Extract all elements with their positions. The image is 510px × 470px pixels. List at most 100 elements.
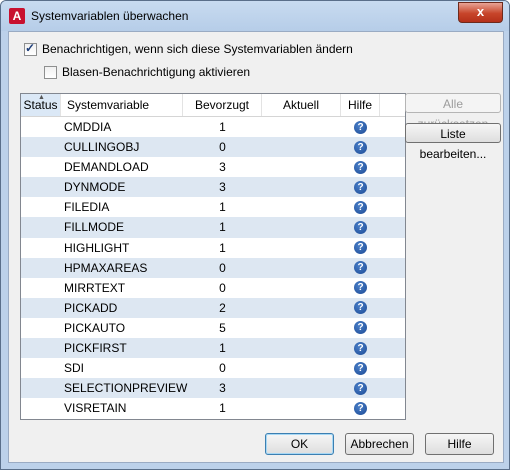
column-header-help[interactable]: Hilfe	[341, 94, 380, 116]
preferred-value[interactable]: 2	[183, 298, 262, 318]
question-circle-icon[interactable]: ?	[354, 140, 367, 154]
reset-all-button[interactable]: Alle zurücksetzen	[405, 93, 501, 131]
help-cell: ?	[341, 278, 380, 298]
variable-name: HIGHLIGHT	[64, 240, 130, 255]
help-button[interactable]: Hilfe	[425, 433, 494, 455]
table-row[interactable]: FILEDIA 1?	[21, 197, 405, 218]
status-cell	[21, 258, 61, 278]
table-row[interactable]: DYNMODE 3?	[21, 177, 405, 198]
question-circle-icon[interactable]: ?	[354, 381, 367, 395]
variable-name: PICKAUTO	[64, 320, 126, 335]
question-circle-icon[interactable]: ?	[354, 221, 367, 235]
question-circle-icon[interactable]: ?	[354, 361, 367, 375]
variable-name: SELECTIONPREVIEW	[64, 381, 188, 396]
variable-name: PICKFIRST	[64, 341, 127, 356]
sysvar-table: ▲ Status Systemvariable Bevorzugt Aktuel…	[20, 93, 406, 420]
balloon-option[interactable]: Blasen-Benachrichtigung aktivieren	[44, 65, 250, 79]
current-value	[262, 117, 341, 137]
current-value	[262, 177, 341, 197]
status-cell	[21, 278, 61, 298]
current-value	[262, 217, 341, 237]
current-value	[262, 137, 341, 157]
question-circle-icon[interactable]: ?	[354, 401, 367, 415]
preferred-value[interactable]: 1	[183, 117, 262, 138]
question-circle-icon[interactable]: ?	[354, 281, 367, 295]
current-value	[262, 358, 341, 378]
help-cell: ?	[341, 378, 380, 398]
variable-name: CMDDIA	[64, 120, 112, 134]
help-cell: ?	[341, 298, 380, 318]
dialog-body: Benachrichtigen, wenn sich diese Systemv…	[8, 31, 504, 463]
variable-name: MIRRTEXT	[64, 280, 126, 295]
current-value	[262, 258, 341, 278]
question-circle-icon[interactable]: ?	[354, 120, 367, 134]
table-row[interactable]: CULLINGOBJ 0?	[21, 137, 405, 158]
table-row[interactable]: VISRETAIN 1?	[21, 398, 405, 419]
question-circle-icon[interactable]: ?	[354, 180, 367, 194]
variable-name: FILEDIA	[64, 200, 110, 215]
help-cell: ?	[341, 137, 380, 157]
help-cell: ?	[341, 398, 380, 418]
table-row[interactable]: DEMANDLOAD 3?	[21, 157, 405, 178]
notify-option[interactable]: Benachrichtigen, wenn sich diese Systemv…	[24, 41, 353, 56]
title-bar: A Systemvariablen überwachen x	[1, 1, 509, 31]
table-row[interactable]: PICKAUTO 5?	[21, 317, 405, 339]
variable-name: CULLINGOBJ	[64, 140, 140, 155]
status-cell	[21, 358, 61, 378]
column-header-variable[interactable]: Systemvariable	[61, 94, 183, 116]
current-value	[262, 197, 341, 217]
close-button[interactable]: x	[458, 2, 503, 23]
question-circle-icon[interactable]: ?	[354, 241, 367, 255]
notify-checkbox[interactable]	[24, 41, 37, 56]
table-row[interactable]: PICKFIRST 1?	[21, 338, 405, 359]
table-row[interactable]: CMDDIA 1?	[21, 117, 405, 138]
preferred-value[interactable]: 3	[183, 157, 262, 177]
table-row[interactable]: HPMAXAREAS 0?	[21, 257, 405, 278]
help-cell: ?	[341, 197, 380, 217]
ok-button[interactable]: OK	[265, 433, 334, 455]
balloon-checkbox[interactable]	[44, 65, 57, 79]
question-circle-icon[interactable]: ?	[354, 341, 367, 355]
question-circle-icon[interactable]: ?	[354, 160, 367, 174]
column-header-status[interactable]: ▲ Status	[21, 94, 61, 116]
table-row[interactable]: SELECTIONPREVIEW 3?	[21, 378, 405, 399]
column-header-preferred[interactable]: Bevorzugt	[183, 94, 262, 116]
window-title: Systemvariablen überwachen	[31, 9, 189, 23]
table-header: ▲ Status Systemvariable Bevorzugt Aktuel…	[21, 94, 405, 117]
preferred-value[interactable]: 1	[183, 217, 262, 237]
column-header-current[interactable]: Aktuell	[262, 94, 341, 116]
current-value	[262, 378, 341, 398]
table-row[interactable]: PICKADD 2?	[21, 297, 405, 318]
table-row[interactable]: HIGHLIGHT 1?	[21, 237, 405, 258]
preferred-value[interactable]: 1	[183, 197, 262, 217]
variable-name: SDI	[64, 361, 85, 376]
question-circle-icon[interactable]: ?	[354, 261, 367, 275]
question-circle-icon[interactable]: ?	[354, 321, 367, 335]
question-circle-icon[interactable]: ?	[354, 200, 367, 214]
preferred-value[interactable]: 0	[183, 137, 262, 157]
preferred-value[interactable]: 5	[183, 318, 262, 338]
notify-label: Benachrichtigen, wenn sich diese Systemv…	[42, 42, 353, 56]
table-row[interactable]: MIRRTEXT 0?	[21, 277, 405, 298]
edit-list-button[interactable]: Liste bearbeiten...	[405, 123, 501, 161]
table-body: CMDDIA 1? CULLINGOBJ 0? DEMANDLOAD 3? DYNMODE 3…	[21, 117, 405, 419]
help-cell: ?	[341, 258, 380, 278]
sort-ascending-icon: ▲	[38, 94, 45, 101]
status-cell	[21, 298, 61, 318]
help-cell: ?	[341, 217, 380, 237]
preferred-value[interactable]: 0	[183, 258, 262, 278]
cancel-button[interactable]: Abbrechen	[345, 433, 414, 455]
table-row[interactable]: FILLMODE 1?	[21, 217, 405, 238]
preferred-value[interactable]: 3	[183, 378, 262, 398]
table-row[interactable]: SDI 0?	[21, 358, 405, 379]
preferred-value[interactable]: 3	[183, 177, 262, 197]
preferred-value[interactable]: 1	[183, 338, 262, 358]
preferred-value[interactable]: 1	[183, 238, 262, 258]
preferred-value[interactable]: 0	[183, 358, 262, 378]
status-cell	[21, 157, 61, 177]
preferred-value[interactable]: 0	[183, 278, 262, 298]
question-circle-icon[interactable]: ?	[354, 301, 367, 315]
preferred-value[interactable]: 1	[183, 398, 262, 418]
current-value	[262, 398, 341, 418]
help-cell: ?	[341, 358, 380, 378]
